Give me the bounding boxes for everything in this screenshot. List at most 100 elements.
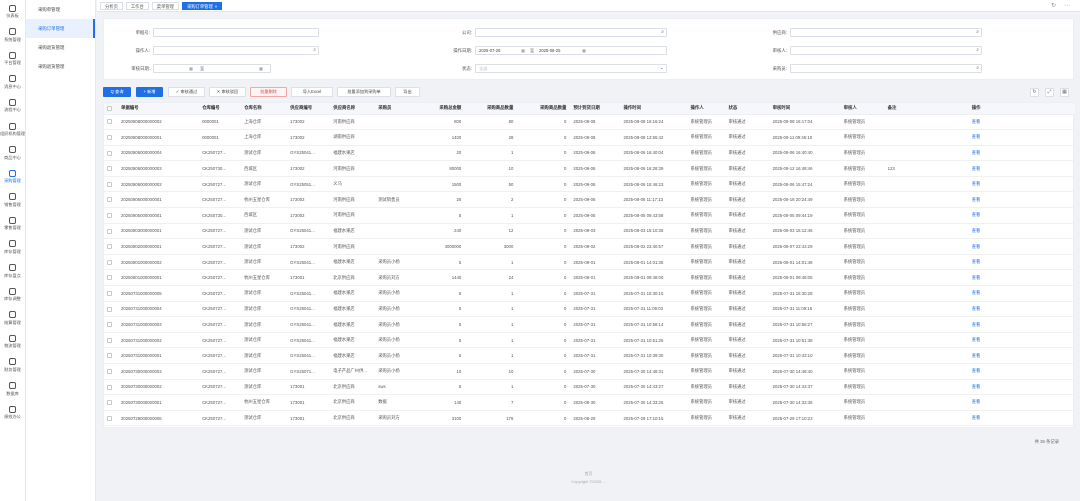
search-icon[interactable]: ⌕ [976,47,979,54]
column-header[interactable]: 采购员 [375,103,419,115]
table-row[interactable]: 20250805000000001 CK250730... 西城区 173002 河南供… [104,207,1075,224]
row-checkbox[interactable] [107,306,112,312]
rail-item[interactable]: 平台管理 [0,47,25,71]
view-link[interactable]: 查看 [968,176,1075,193]
column-header[interactable]: 操作时间 [620,103,688,115]
operator-input[interactable]: ⌕ [153,46,319,55]
rail-item[interactable]: 结算管理 [0,307,25,331]
view-link[interactable]: 查看 [968,269,1075,287]
company-input[interactable]: ⌕ [475,28,667,37]
op-date-start[interactable]: 2025-07-26 [479,47,500,54]
view-link[interactable]: 查看 [968,316,1075,333]
view-link[interactable]: 查看 [968,129,1075,146]
table-row[interactable]: 20250731000000003 CK250727... 测试仓库 GYS25041… [104,316,1075,333]
view-link[interactable]: 查看 [968,145,1075,162]
purchaser-input[interactable]: ⌕ [790,64,982,73]
rail-item[interactable]: 库存盘点 [0,260,25,284]
view-link[interactable]: 查看 [968,394,1075,411]
column-header[interactable]: 采购总金额 [418,103,466,115]
view-link[interactable]: 查看 [968,379,1075,396]
search-icon[interactable]: ⌕ [313,47,316,54]
row-checkbox[interactable] [107,228,112,234]
table-row[interactable]: 20250802000000001 CK250727... 测试仓库 173002 河南… [104,238,1075,255]
supplier-input[interactable]: ⌕ [790,28,982,37]
row-checkbox[interactable] [107,135,112,141]
table-row[interactable]: 20250730000000002 CK250727... 测试仓库 173001 北京… [104,379,1075,396]
view-link[interactable]: 查看 [968,238,1075,255]
search-icon[interactable]: ⌕ [976,29,979,36]
tab[interactable]: 工作台 [125,1,149,10]
add-button[interactable]: + 新增 [136,87,163,97]
table-row[interactable]: 20250731000000005 CK250727... 测试仓库 GYS25041… [104,285,1075,302]
column-header[interactable]: 操作人 [687,103,726,115]
view-link[interactable]: 查看 [968,223,1075,240]
view-link[interactable]: 查看 [968,285,1075,302]
column-header[interactable]: 预计到货日期 [570,103,621,115]
rail-item[interactable]: 流程中心 [0,94,25,118]
row-checkbox[interactable] [107,150,112,156]
view-link[interactable]: 查看 [968,254,1075,271]
rail-item[interactable]: 系统管理 [0,24,25,48]
table-row[interactable]: 20250806000000003 CK250730... 西城区 173002 河南供… [104,160,1075,177]
rail-item[interactable]: 库存管理 [0,236,25,260]
op-date-range[interactable]: 2025-07-26 ▦ 至 2025-08-25 ▦ [475,46,667,55]
op-date-end[interactable]: 2025-08-25 [539,47,560,54]
rail-item[interactable]: 组织机构管理 [0,118,25,142]
status-select[interactable]: 全部 ⌄ [475,64,667,73]
rail-item[interactable]: 采购管理 [0,165,25,189]
row-checkbox[interactable] [107,400,112,406]
column-header[interactable]: 状态 [725,103,770,115]
select-all-checkbox[interactable] [107,105,112,111]
column-header[interactable]: 单据编号 [118,103,200,115]
view-link[interactable]: 查看 [968,191,1075,209]
table-row[interactable]: 20250731000000004 CK250727... 测试仓库 GYS25041… [104,301,1075,318]
column-header[interactable]: 仓库名称 [241,103,288,115]
submenu-item[interactable]: 采购单管理 [26,0,95,19]
reviewer-input[interactable]: ⌕ [790,46,982,55]
view-link[interactable]: 查看 [968,207,1075,224]
submenu-item[interactable]: 采购订单管理 [26,19,95,38]
column-header[interactable]: 审核人 [840,103,885,115]
search-button[interactable]: Q 查询 [103,87,131,97]
tab[interactable]: 菜单管理 [151,1,179,10]
rail-item[interactable]: 绩效办公 [0,401,25,425]
row-checkbox[interactable] [107,213,112,219]
rail-item[interactable]: 财务管理 [0,354,25,378]
row-checkbox[interactable] [107,353,112,359]
export-button[interactable]: 导出 [395,87,420,97]
fullscreen-icon[interactable]: ⤢ [1045,88,1054,97]
row-checkbox[interactable] [107,197,112,203]
row-checkbox[interactable] [107,368,112,374]
columns-icon[interactable]: ▦ [1060,88,1069,97]
tab[interactable]: 采购订单管理 × [181,1,223,10]
table-row[interactable]: 20250801000000001 CK250727... 杭州五星仓库 173001… [104,269,1075,287]
table-row[interactable]: 20250806000000002 CK250727... 测试仓库 GYS25051… [104,176,1075,193]
search-icon[interactable]: ⌕ [661,29,664,36]
reject-button[interactable]: ✕ 审核驳回 [209,87,246,97]
column-header[interactable]: 供应商名称 [330,103,376,115]
rail-item[interactable]: 商品中心 [0,142,25,166]
submenu-item[interactable]: 采购退货管理 [26,57,95,76]
tab[interactable]: 分析页 [100,1,123,10]
row-checkbox[interactable] [107,337,112,343]
refresh-icon[interactable]: ↻ [1030,88,1039,97]
batch-add-purchase-button[interactable]: 批量添加到采购单 [337,87,391,97]
more-icon[interactable]: ⋯ [1064,2,1070,9]
table-row[interactable]: 20250729000000006 CK250727... 测试仓库 173001 北京… [104,410,1075,427]
batch-delete-button[interactable]: 批量删除 [250,87,287,97]
row-checkbox[interactable] [107,322,112,328]
table-row[interactable]: 20250801000000002 CK250727... 测试仓库 GYS25041… [104,254,1075,271]
table-row[interactable]: 20250806000000004 CK250727... 测试仓库 GYS25041… [104,145,1075,162]
import-excel-button[interactable]: 导入Excel [291,87,333,97]
approve-button[interactable]: ✓ 审核通过 [168,87,205,97]
row-checkbox[interactable] [107,181,112,187]
view-link[interactable]: 查看 [968,363,1075,380]
row-checkbox[interactable] [107,415,112,421]
row-checkbox[interactable] [107,259,112,265]
submenu-item[interactable]: 采购退货管理 [26,38,95,57]
table-row[interactable]: 20250808000000002 0000001 上海仓库 173002 河南供应商 8… [104,114,1075,131]
close-icon[interactable]: × [215,4,218,9]
table-row[interactable]: 20250806000000001 CK250727... 杭州五星仓库 173002… [104,191,1075,209]
view-link[interactable]: 查看 [968,332,1075,349]
table-row[interactable]: 20250808000000001 0000001 上海仓库 173002 湖南供应商 1… [104,129,1075,146]
